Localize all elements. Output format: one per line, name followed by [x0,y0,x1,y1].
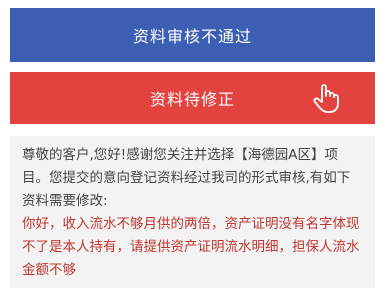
review-status-label: 资料审核不通过 [132,27,252,46]
review-message-reason: 你好，收入流水不够月供的两倍，资产证明没有名字体现不了是本人持有，请提供资产证明… [22,216,360,278]
tap-hand-icon [313,84,339,113]
review-result-page: 资料审核不通过 资料待修正 尊敬的客户,您好!感谢您关注并选择【海德园A区】项目… [0,0,385,295]
review-message-box: 尊敬的客户,您好!感谢您关注并选择【海德园A区】项目。您提交的意向登记资料经过我… [10,136,375,288]
correct-materials-button[interactable]: 资料待修正 [10,72,375,124]
correct-materials-label: 资料待修正 [149,90,235,109]
review-status-banner: 资料审核不通过 [10,8,375,62]
review-message-intro: 尊敬的客户,您好!感谢您关注并选择【海德园A区】项目。您提交的意向登记资料经过我… [22,147,351,209]
